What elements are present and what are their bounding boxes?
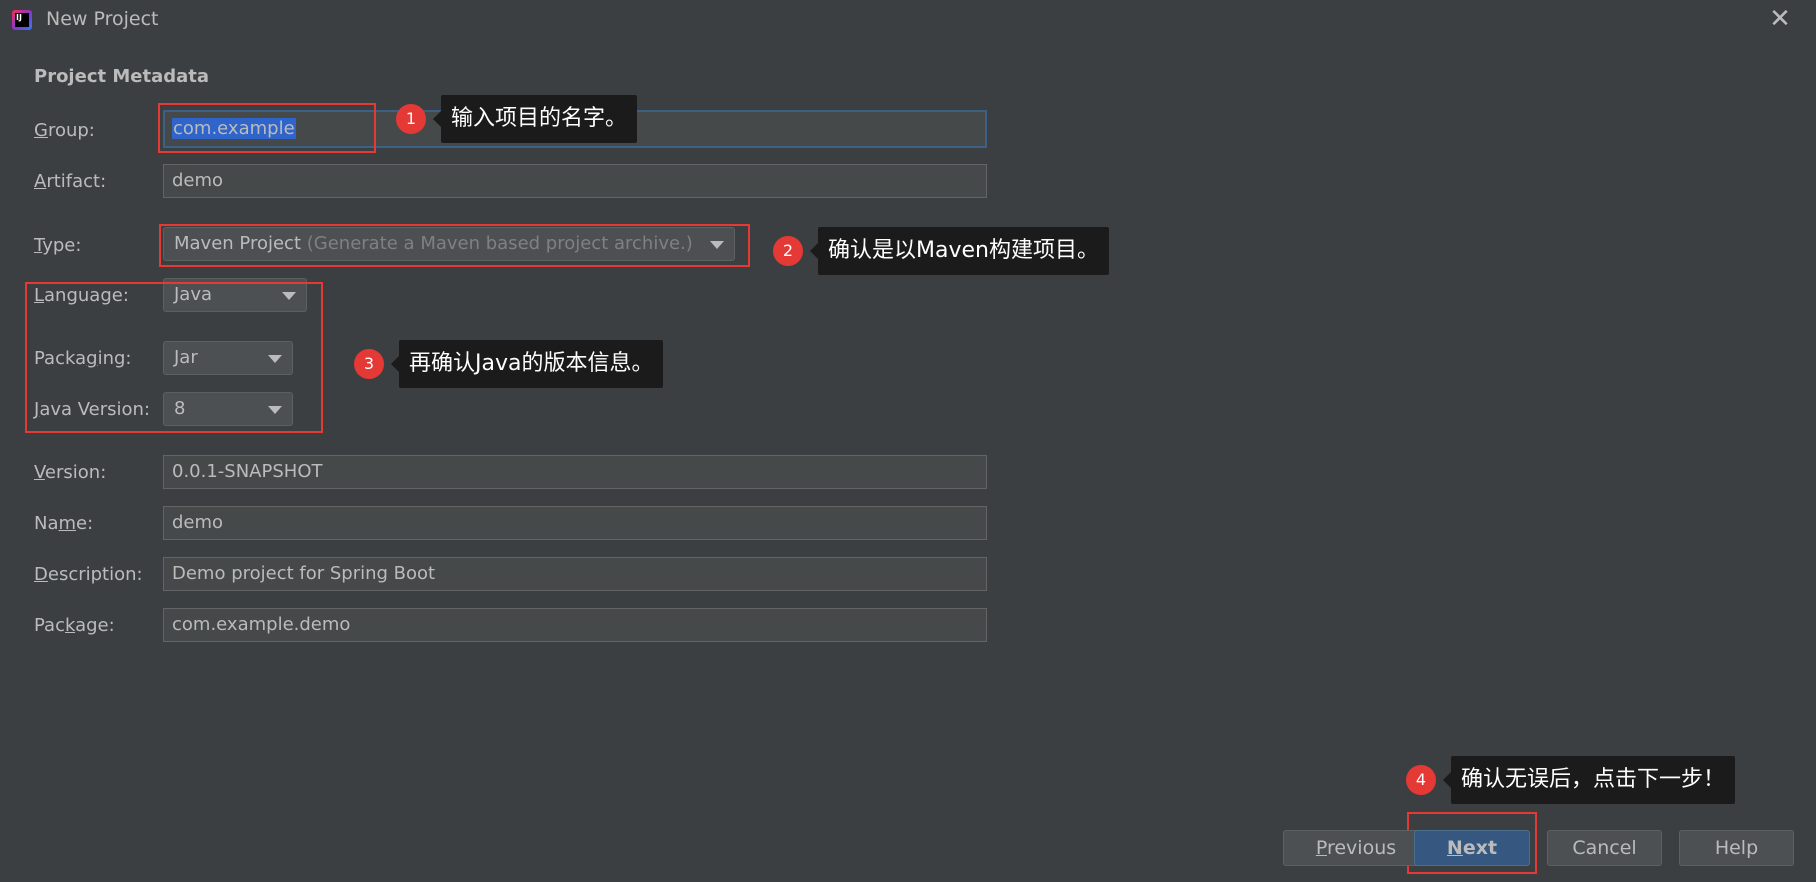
- artifact-input[interactable]: demo: [163, 164, 987, 198]
- annotation-highlight-type: [159, 224, 750, 267]
- title-bar: IJ New Project ✕: [0, 0, 1816, 40]
- name-input[interactable]: demo: [163, 506, 987, 540]
- annotation-tooltip-2: 确认是以Maven构建项目。: [810, 227, 1109, 275]
- description-input[interactable]: Demo project for Spring Boot: [163, 557, 987, 591]
- artifact-label: Artifact:: [34, 171, 107, 192]
- annotation-tooltip-4: 确认无误后，点击下一步！: [1442, 756, 1736, 804]
- version-label: Version:: [34, 462, 107, 483]
- annotation-badge-1: 1: [396, 104, 426, 134]
- section-title: Project Metadata: [34, 66, 210, 87]
- help-button[interactable]: Help: [1679, 830, 1794, 866]
- annotation-tooltip-1: 输入项目的名字。: [432, 95, 638, 143]
- annotation-badge-4: 4: [1406, 765, 1436, 795]
- close-icon[interactable]: ✕: [1767, 6, 1793, 32]
- annotation-highlight-java-settings: [25, 282, 323, 433]
- previous-button[interactable]: Previous: [1283, 830, 1429, 866]
- window-title: New Project: [46, 8, 159, 30]
- type-label: Type:: [34, 235, 82, 256]
- name-label: Name:: [34, 513, 94, 534]
- annotation-tooltip-3: 再确认Java的版本信息。: [390, 340, 664, 388]
- version-input[interactable]: 0.0.1-SNAPSHOT: [163, 455, 987, 489]
- package-label: Package:: [34, 615, 115, 636]
- intellij-logo-icon: IJ: [12, 10, 32, 30]
- annotation-badge-3: 3: [354, 349, 384, 379]
- annotation-highlight-group: [158, 103, 376, 153]
- annotation-badge-2: 2: [773, 236, 803, 266]
- group-label: Group:: [34, 120, 95, 141]
- description-label: Description:: [34, 564, 143, 585]
- cancel-button[interactable]: Cancel: [1547, 830, 1662, 866]
- package-input[interactable]: com.example.demo: [163, 608, 987, 642]
- next-button[interactable]: Next: [1414, 830, 1530, 866]
